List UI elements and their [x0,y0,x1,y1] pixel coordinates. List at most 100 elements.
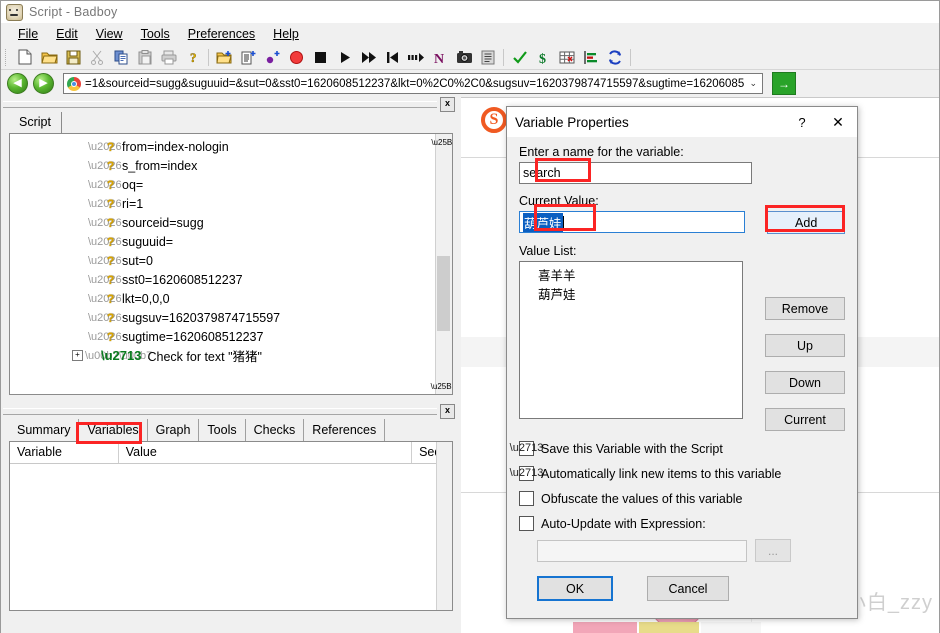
refresh-icon[interactable] [603,46,627,68]
image-result[interactable] [573,622,637,633]
n-icon[interactable]: N [428,46,452,68]
column-header-value[interactable]: Value [119,442,413,463]
scroll-up-icon[interactable]: \u25B2 [431,134,452,150]
tree-item[interactable]: \u2026? s_from=index [10,156,436,175]
tree-item[interactable]: \u2026? suguuid= [10,232,436,251]
new-point-icon[interactable] [260,46,284,68]
tree-item[interactable]: \u2026? sst0=1620608512237 [10,270,436,289]
splitter-line [3,100,437,108]
tree-item[interactable]: \u2026? lkt=0,0,0 [10,289,436,308]
table-scrollbar[interactable] [436,442,452,610]
tab-summary[interactable]: Summary [9,419,80,441]
dialog-footer: OK Cancel [519,576,845,601]
help-icon[interactable]: ? [785,115,819,130]
ok-button[interactable]: OK [537,576,613,601]
new-icon[interactable] [13,46,37,68]
question-variable-icon: ? [106,177,115,192]
expression-input[interactable] [537,539,747,562]
tree-item[interactable]: \u2026? sugtime=1620608512237 [10,327,436,346]
close-icon[interactable]: ✕ [819,114,857,131]
new-folder-icon[interactable] [212,46,236,68]
save-icon[interactable] [61,46,85,68]
auto-link-checkbox-row[interactable]: \u2713 Automatically link new items to t… [510,466,845,481]
column-header-variable[interactable]: Variable [10,442,119,463]
url-combobox[interactable]: =1&sourceid=sugg&suguuid=&sut=0&sst0=162… [63,73,763,94]
value-list[interactable]: 喜羊羊 葫芦娃 [519,261,743,419]
forward-button[interactable]: ▶ [33,73,54,94]
list-item[interactable]: 喜羊羊 [538,267,742,286]
help-question-icon[interactable]: ? [181,46,205,68]
auto-update-checkbox[interactable] [519,516,534,531]
current-button[interactable]: Current [765,408,845,431]
close-icon[interactable]: x [440,96,455,112]
add-button[interactable]: Add [767,211,845,234]
auto-update-checkbox-row[interactable]: Auto-Update with Expression: [519,516,845,531]
close-icon[interactable]: x [440,403,455,419]
image-result[interactable] [639,622,699,633]
current-value-input[interactable]: 葫芦娃 [519,211,746,233]
variable-name-input[interactable]: search [519,162,752,184]
scrollbar-thumb[interactable] [437,256,450,331]
obfuscate-checkbox-row[interactable]: Obfuscate the values of this variable [519,491,845,506]
up-button[interactable]: Up [765,334,845,357]
scroll-down-icon[interactable]: \u25BC [431,378,452,394]
play-icon[interactable] [332,46,356,68]
variables-table[interactable]: Variable Value Seq [9,441,453,611]
validate-check-icon[interactable] [507,46,531,68]
go-button[interactable]: → [772,72,796,95]
tab-references[interactable]: References [304,419,386,441]
tree-item[interactable]: \u2026? from=index-nologin [10,137,436,156]
obfuscate-label: Obfuscate the values of this variable [541,491,743,506]
tree-item-label: Check for text "猪猪" [147,350,262,364]
obfuscate-checkbox[interactable] [519,491,534,506]
rewind-to-start-icon[interactable] [380,46,404,68]
script-panel-splitter[interactable]: x [3,96,455,112]
tree-item[interactable]: \u2026? sourceid=sugg [10,213,436,232]
bottom-panel-splitter[interactable]: x [3,403,455,419]
tree-item-check[interactable]: + \u00b7\u00b7 \u2713 Check for text "猪猪… [10,346,436,365]
record-icon[interactable] [284,46,308,68]
menu-file[interactable]: File [9,24,47,44]
new-item-icon[interactable] [236,46,260,68]
step-icon[interactable] [404,46,428,68]
menu-tools[interactable]: Tools [132,24,179,44]
tab-tools[interactable]: Tools [199,419,246,441]
list-item[interactable]: 葫芦娃 [538,286,742,305]
tab-checks[interactable]: Checks [246,419,305,441]
menu-preferences[interactable]: Preferences [179,24,264,44]
remove-button[interactable]: Remove [765,297,845,320]
fast-forward-icon[interactable] [356,46,380,68]
copy-icon[interactable] [109,46,133,68]
variable-properties-dialog: Variable Properties ? ✕ Enter a name for… [506,106,858,619]
chart-icon[interactable] [579,46,603,68]
tree-item[interactable]: \u2026? ri=1 [10,194,436,213]
grid-icon[interactable] [555,46,579,68]
tree-item[interactable]: \u2026? oq= [10,175,436,194]
menu-edit[interactable]: Edit [47,24,87,44]
tab-variables[interactable]: Variables [79,419,148,441]
cancel-button[interactable]: Cancel [647,576,729,601]
auto-link-checkbox[interactable]: \u2713 [510,466,543,481]
tree-item[interactable]: \u2026? sut=0 [10,251,436,270]
expression-browse-button[interactable]: ... [755,539,791,562]
back-button[interactable]: ◀ [7,73,28,94]
camera-icon[interactable] [452,46,476,68]
chevron-down-icon[interactable]: ⌄ [749,78,759,89]
menu-help[interactable]: Help [264,24,308,44]
menu-view[interactable]: View [87,24,132,44]
tree-item[interactable]: \u2026? sugsuv=1620379874715597 [10,308,436,327]
open-folder-icon[interactable] [37,46,61,68]
report-icon[interactable] [476,46,500,68]
save-variable-checkbox[interactable]: \u2713 [510,441,543,456]
down-button[interactable]: Down [765,371,845,394]
stop-icon[interactable] [308,46,332,68]
image-result[interactable] [701,622,761,633]
dollar-icon[interactable]: $ [531,46,555,68]
tree-scrollbar[interactable]: \u25B2 \u25BC [431,134,452,394]
expander-plus-icon[interactable]: + [72,350,83,361]
tab-graph[interactable]: Graph [148,419,200,441]
image-result[interactable] [481,622,551,633]
tab-script[interactable]: Script [9,112,62,133]
save-variable-checkbox-row[interactable]: \u2713 Save this Variable with the Scrip… [510,441,845,456]
script-tree[interactable]: \u2026? from=index-nologin \u2026? s_from=… [9,133,453,395]
